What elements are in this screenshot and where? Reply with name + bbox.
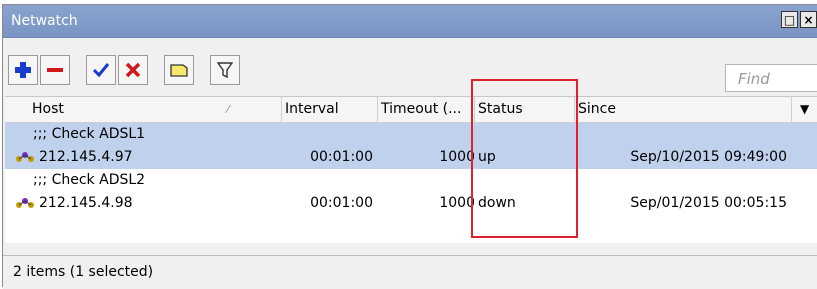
netwatch-host-icon (16, 152, 34, 162)
comment-text: ;;; Check ADSL1 (33, 126, 146, 142)
column-host[interactable]: Host ⁄ (29, 97, 282, 122)
find-input[interactable]: Find (725, 64, 817, 92)
find-placeholder: Find (738, 70, 770, 88)
column-chooser-dropdown[interactable]: ▼ (792, 97, 817, 122)
toolbar: Find (3, 38, 817, 93)
item-count: 2 items (1 selected) (13, 264, 154, 280)
column-interval[interactable]: Interval (282, 97, 378, 122)
filter-icon (217, 62, 233, 78)
comment-row[interactable]: ;;; Check ADSL2 (5, 169, 817, 192)
add-button[interactable] (8, 55, 38, 85)
status-bar: 2 items (1 selected) (3, 255, 817, 289)
interval-cell: 00:01:00 (310, 195, 373, 211)
checkmark-icon (92, 63, 110, 78)
timeout-cell: 1000 (439, 149, 475, 165)
table-row[interactable]: 212.145.4.97 00:01:00 1000 up Sep/10/201… (5, 146, 817, 169)
enable-button[interactable] (86, 55, 116, 85)
since-cell: Sep/10/2015 09:49:00 (630, 149, 787, 165)
timeout-cell: 1000 (439, 195, 475, 211)
close-button[interactable]: × (800, 11, 817, 28)
since-cell: Sep/01/2015 00:05:15 (630, 195, 787, 211)
column-since[interactable]: Since (575, 97, 792, 122)
netwatch-window: Netwatch □ × Find Host ⁄ Interval Timeou… (2, 4, 817, 289)
minus-icon (47, 68, 63, 72)
comment-text: ;;; Check ADSL2 (33, 172, 146, 188)
host-cell: 212.145.4.98 (39, 195, 133, 211)
note-icon (170, 64, 188, 77)
table-row[interactable]: 212.145.4.98 00:01:00 1000 down Sep/01/2… (5, 192, 817, 215)
disable-button[interactable] (118, 55, 148, 85)
interval-cell: 00:01:00 (310, 149, 373, 165)
sort-indicator: ⁄ (227, 103, 229, 116)
host-cell: 212.145.4.97 (39, 149, 133, 165)
plus-icon (15, 62, 31, 78)
filter-button[interactable] (210, 55, 240, 85)
restore-button[interactable]: □ (781, 11, 798, 28)
window-title: Netwatch (11, 13, 78, 29)
netwatch-table: Host ⁄ Interval Timeout (... Status Sinc… (5, 96, 817, 243)
netwatch-host-icon (16, 198, 34, 208)
column-timeout[interactable]: Timeout (... (378, 97, 475, 122)
comment-row[interactable]: ;;; Check ADSL1 (5, 123, 817, 146)
comment-button[interactable] (164, 55, 194, 85)
status-column-highlight (471, 79, 578, 238)
remove-button[interactable] (40, 55, 70, 85)
title-bar[interactable]: Netwatch □ × (3, 5, 817, 38)
cross-icon (125, 62, 141, 78)
table-header: Host ⁄ Interval Timeout (... Status Sinc… (5, 97, 817, 123)
